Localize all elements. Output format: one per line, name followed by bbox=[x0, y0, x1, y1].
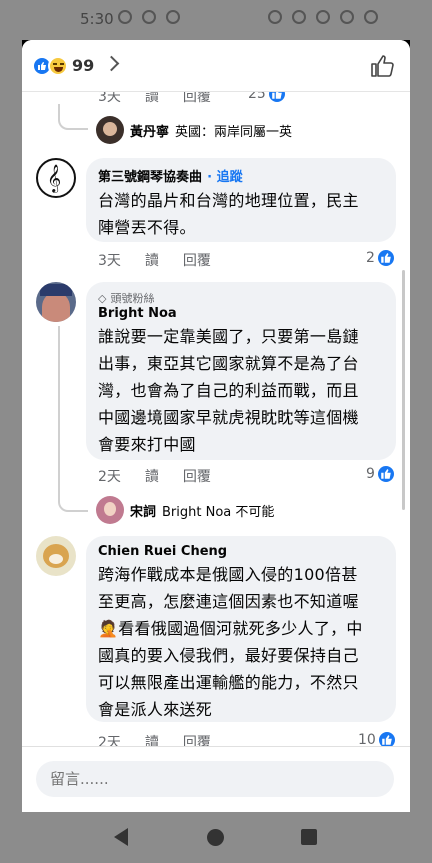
reply-link[interactable]: 回覆 bbox=[183, 250, 211, 270]
haha-reaction-icon bbox=[48, 56, 68, 76]
badge-label: 頭號粉絲 bbox=[110, 292, 155, 305]
haha-eye bbox=[60, 63, 64, 65]
comment-line: 出事，東亞其它國家就算不是為了台 bbox=[98, 354, 359, 373]
avatar[interactable] bbox=[96, 116, 124, 144]
reactions-header[interactable]: 99 bbox=[22, 40, 410, 92]
android-nav-bar bbox=[0, 812, 432, 863]
alarm-icon bbox=[292, 10, 306, 24]
comment-line: 會是派人來送死 bbox=[98, 700, 213, 719]
backdrop bbox=[0, 40, 22, 812]
comment-input[interactable] bbox=[36, 761, 394, 797]
reply-preview-2[interactable]: 宋詞 Bright Noa 不可能 bbox=[96, 496, 274, 524]
recent-apps-icon[interactable] bbox=[301, 829, 317, 845]
comment-time: 2天 bbox=[98, 469, 121, 485]
avatar[interactable] bbox=[96, 496, 124, 524]
comment-line: 中國邊境國家早就虎視眈眈等這個機 bbox=[98, 408, 359, 427]
status-time: 5:30 bbox=[80, 10, 114, 28]
comment-line: 國真的要入侵我們，最好要保持自己 bbox=[98, 646, 359, 665]
back-icon[interactable] bbox=[114, 828, 128, 846]
wifi-icon bbox=[316, 10, 330, 24]
comment-line: 跨海作戰成本是俄國入侵的100倍甚 bbox=[98, 565, 358, 584]
home-icon[interactable] bbox=[207, 829, 224, 846]
like-icon bbox=[377, 250, 394, 266]
notification-icon bbox=[166, 10, 180, 24]
avatar[interactable] bbox=[36, 536, 76, 576]
comment-likes[interactable]: 2 bbox=[366, 250, 394, 266]
avatar-face bbox=[103, 122, 117, 136]
comment-composer bbox=[22, 746, 410, 812]
status-bar: 5:30 bbox=[0, 0, 432, 40]
treble-clef-icon: 𝄞 bbox=[47, 164, 62, 192]
comment-bubble[interactable]: ◇ 頭號粉絲 Bright Noa 誰說要一定靠美國了，只要第一島鏈 出事，東亞… bbox=[86, 282, 396, 460]
top-fan-badge: ◇ 頭號粉絲 bbox=[98, 290, 384, 306]
reply-author[interactable]: 黃丹寧 bbox=[130, 121, 169, 140]
notification-icons bbox=[118, 10, 180, 24]
mute-icon bbox=[268, 10, 282, 24]
comment-line: 台灣的晶片和台灣的地理位置，民主 bbox=[98, 191, 359, 210]
comment-line: 灣，也會為了自己的利益而戰，而且 bbox=[98, 381, 359, 400]
like-count: 2 bbox=[366, 250, 375, 266]
comment-line: 可以無限產出運輸艦的能力，不然只 bbox=[98, 673, 359, 692]
like-icon bbox=[377, 466, 394, 482]
comment-line: 陣營丟不得。 bbox=[98, 218, 196, 237]
avatar-face bbox=[104, 502, 116, 516]
notification-icon bbox=[118, 10, 132, 24]
reply-author[interactable]: 宋詞 bbox=[130, 501, 156, 520]
comment-meta: 2天 讀 回覆 bbox=[98, 466, 235, 486]
avatar[interactable] bbox=[36, 282, 76, 322]
avatar-cap bbox=[40, 284, 72, 296]
scrollbar[interactable] bbox=[402, 270, 405, 510]
haha-eye bbox=[53, 63, 57, 65]
comment-line: 🤦看看俄國過個河就死多少人了，中 bbox=[98, 619, 363, 638]
notification-icon bbox=[142, 10, 156, 24]
chevron-right-icon[interactable] bbox=[103, 55, 120, 72]
comment-author[interactable]: 第三號鋼琴協奏曲 bbox=[98, 170, 202, 185]
avatar-dog-muzzle bbox=[49, 554, 63, 564]
comment-author[interactable]: Bright Noa bbox=[98, 306, 384, 321]
read-link[interactable]: 讀 bbox=[145, 466, 159, 486]
reply-preview-1[interactable]: 黃丹寧 英國：兩岸同屬一英 bbox=[96, 116, 292, 144]
like-count: 9 bbox=[366, 466, 375, 482]
comment-text: 誰說要一定靠美國了，只要第一島鏈 出事，東亞其它國家就算不是為了台 灣，也會為了… bbox=[98, 323, 384, 458]
backdrop bbox=[410, 40, 432, 812]
system-icons bbox=[268, 10, 378, 24]
like-button[interactable] bbox=[370, 54, 394, 82]
comments-sheet: 99 3天 讀 回覆 25 黃丹寧 英國：兩岸同屬一英 𝄞 第三號鋼琴協奏曲 ·… bbox=[22, 40, 410, 812]
comment-line: 會要來打中國 bbox=[98, 435, 196, 454]
comment-bubble[interactable]: Chien Ruei Cheng 跨海作戰成本是俄國入侵的100倍甚 至更高，怎… bbox=[86, 536, 396, 722]
reaction-count[interactable]: 99 bbox=[72, 56, 94, 75]
comment-line: 誰說要一定靠美國了，只要第一島鏈 bbox=[98, 327, 359, 346]
comment-meta: 3天 讀 回覆 bbox=[98, 250, 235, 270]
comment-author[interactable]: Chien Ruei Cheng bbox=[98, 544, 384, 559]
follow-link[interactable]: · 追蹤 bbox=[207, 170, 242, 185]
thread-connector bbox=[58, 326, 88, 512]
comment-bubble[interactable]: 第三號鋼琴協奏曲 · 追蹤 台灣的晶片和台灣的地理位置，民主 陣營丟不得。 bbox=[86, 158, 396, 242]
avatar[interactable]: 𝄞 bbox=[36, 158, 76, 198]
thread-connector bbox=[58, 104, 88, 130]
comment-text: 跨海作戰成本是俄國入侵的100倍甚 至更高，怎麼連這個因素也不知道喔 🤦看看俄國… bbox=[98, 561, 384, 723]
battery-icon bbox=[364, 10, 378, 24]
comment-likes[interactable]: 9 bbox=[366, 466, 394, 482]
comment-line: 至更高，怎麼連這個因素也不知道喔 bbox=[98, 592, 359, 611]
comment-time: 3天 bbox=[98, 253, 121, 269]
comment-text: 台灣的晶片和台灣的地理位置，民主 陣營丟不得。 bbox=[98, 187, 384, 241]
read-link[interactable]: 讀 bbox=[145, 250, 159, 270]
thumbs-up-icon bbox=[371, 55, 394, 77]
reply-text: Bright Noa 不可能 bbox=[162, 504, 275, 520]
diamond-icon: ◇ bbox=[98, 291, 107, 305]
signal-icon bbox=[340, 10, 354, 24]
haha-mouth bbox=[54, 67, 63, 72]
avatar-face bbox=[42, 292, 70, 322]
reply-text: 英國：兩岸同屬一英 bbox=[175, 124, 293, 140]
reply-link[interactable]: 回覆 bbox=[183, 466, 211, 486]
